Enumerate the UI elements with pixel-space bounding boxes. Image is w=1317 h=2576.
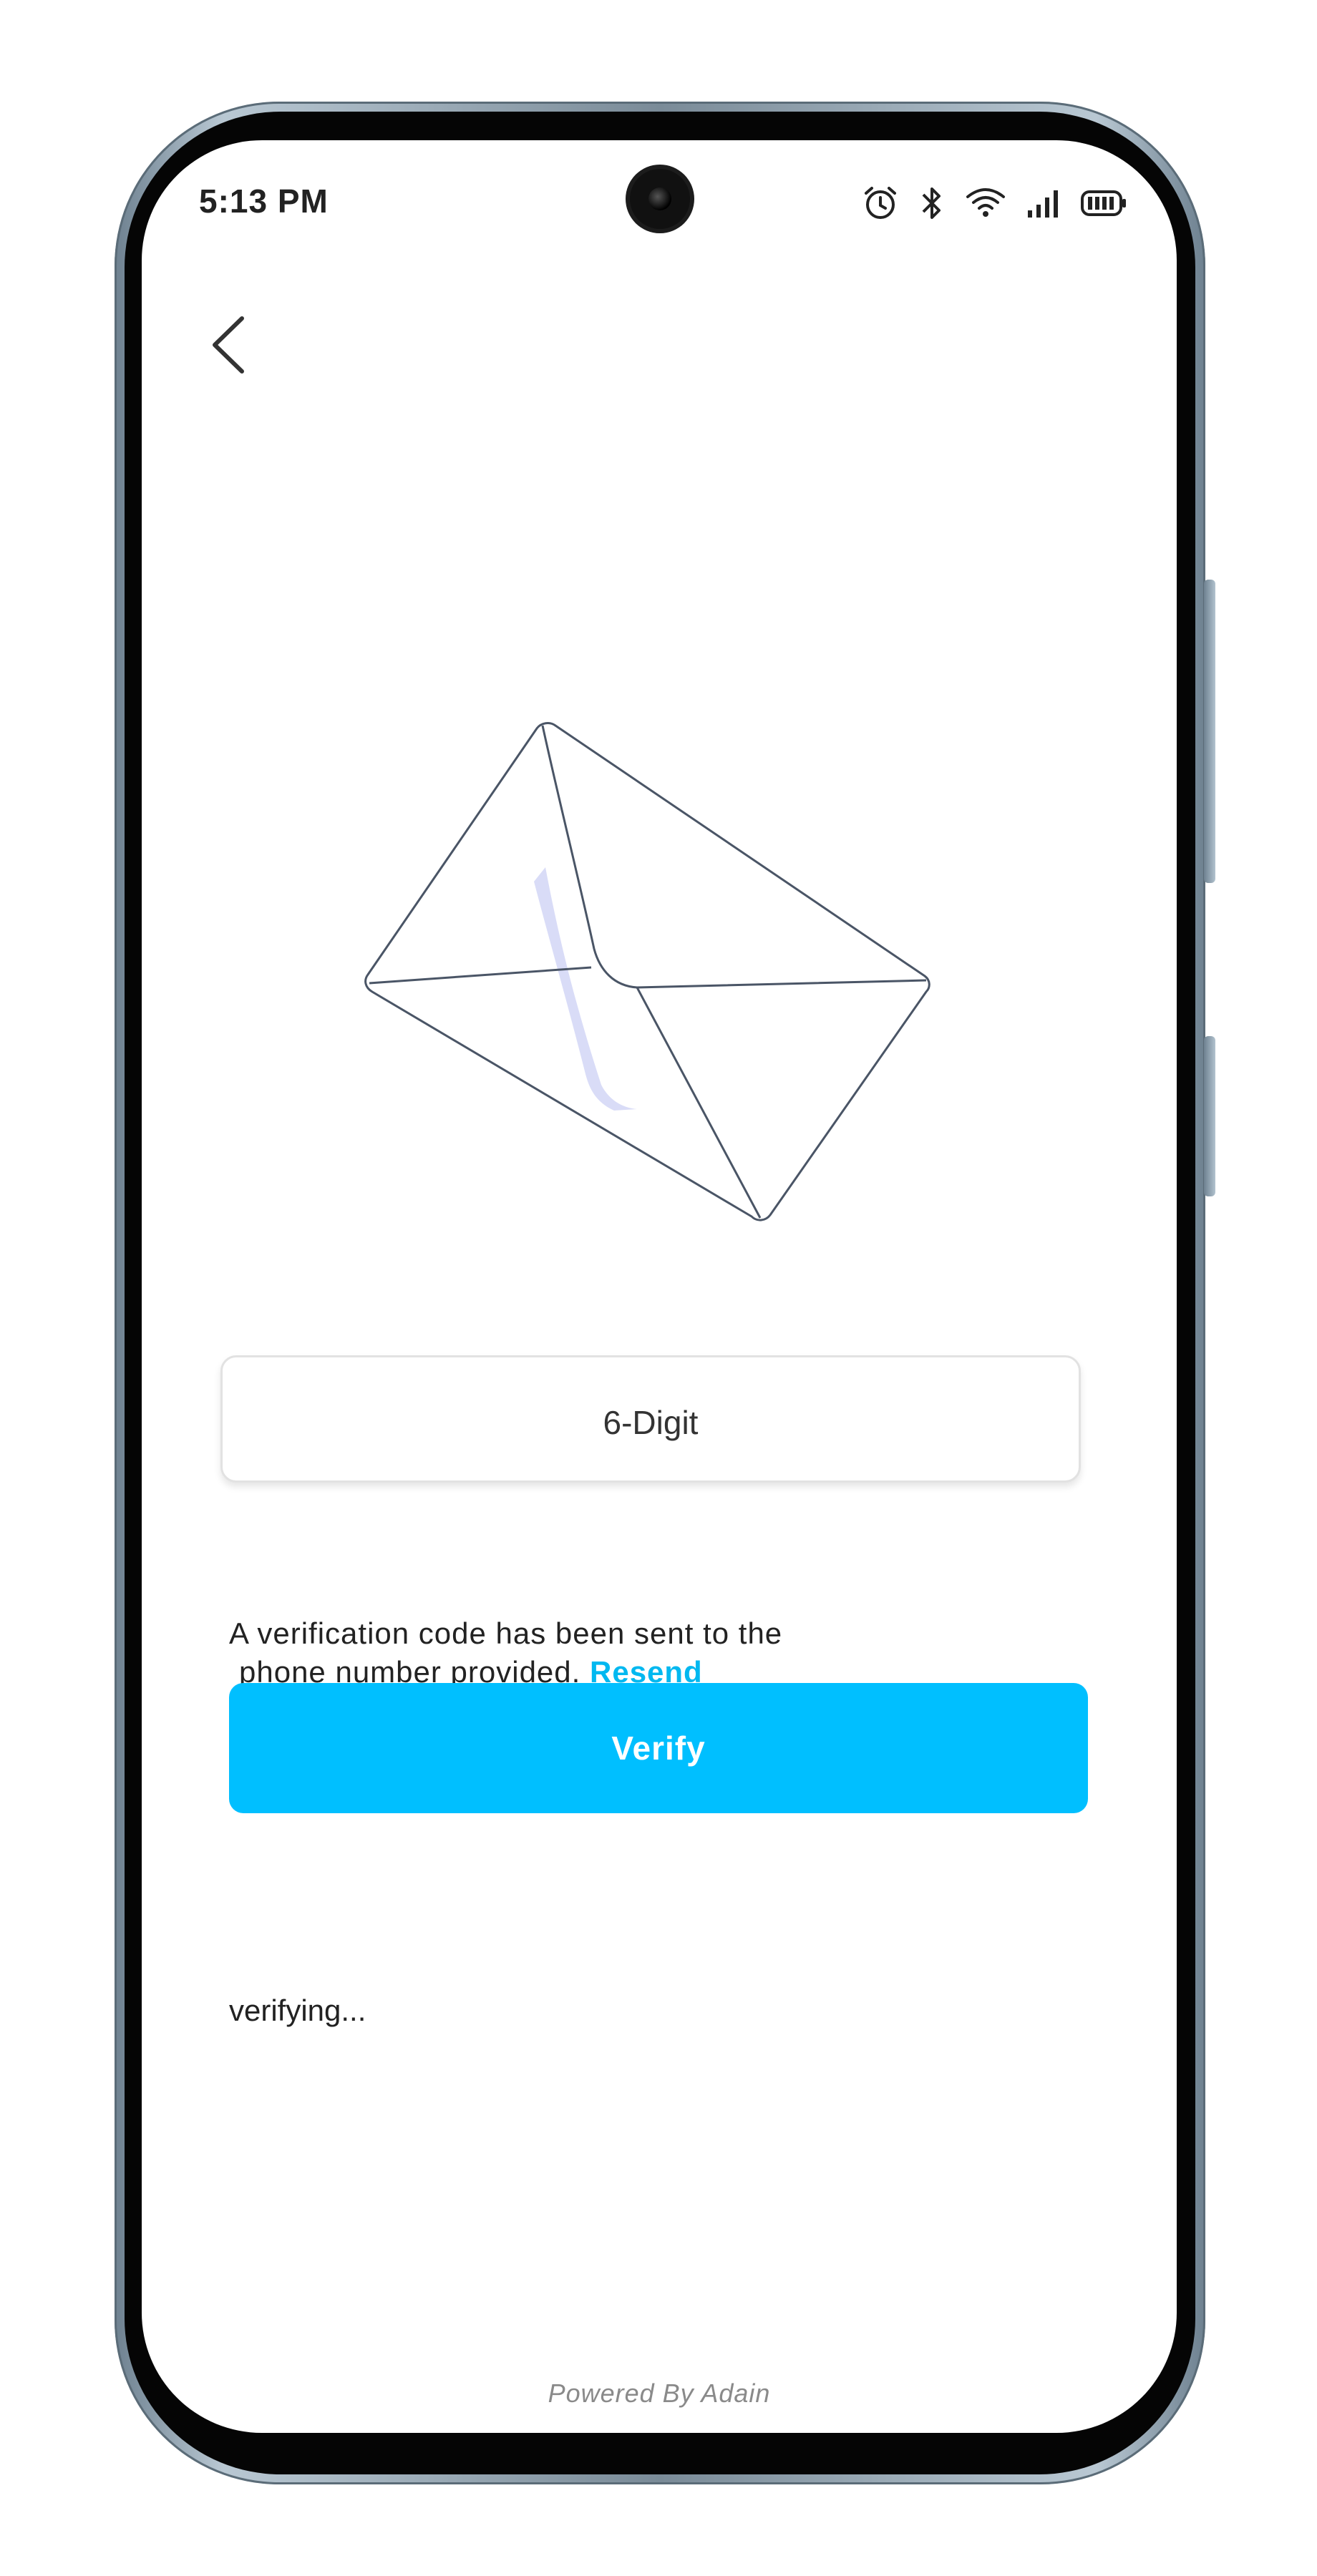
- alarm-icon: [862, 185, 899, 222]
- app-screen: 5:13 PM 6-Digit A verification code has …: [142, 140, 1177, 2433]
- signal-icon: [1026, 187, 1061, 219]
- volume-button: [1204, 580, 1215, 883]
- battery-icon: [1081, 189, 1127, 218]
- verification-info: A verification code has been sent to the…: [229, 1614, 1016, 1692]
- verify-button[interactable]: Verify: [229, 1683, 1088, 1813]
- verification-info-line1: A verification code has been sent to the: [229, 1616, 783, 1650]
- wifi-icon: [965, 187, 1006, 220]
- power-button: [1204, 1036, 1215, 1196]
- verification-code-field[interactable]: [220, 1353, 1081, 1485]
- envelope-icon: [364, 722, 930, 1221]
- status-icons: [862, 182, 1127, 225]
- status-bar: 5:13 PM: [142, 169, 1177, 233]
- back-button[interactable]: [192, 302, 263, 388]
- powered-by-footer: Powered By Adain: [548, 2379, 771, 2408]
- bluetooth-icon: [919, 185, 945, 222]
- chevron-left-icon: [213, 316, 244, 374]
- envelope-illustration: [356, 713, 972, 1299]
- verifying-status: verifying...: [229, 1994, 366, 2027]
- verification-code-input[interactable]: [223, 1353, 1079, 1485]
- front-camera: [630, 169, 690, 229]
- status-time: 5:13 PM: [199, 182, 329, 220]
